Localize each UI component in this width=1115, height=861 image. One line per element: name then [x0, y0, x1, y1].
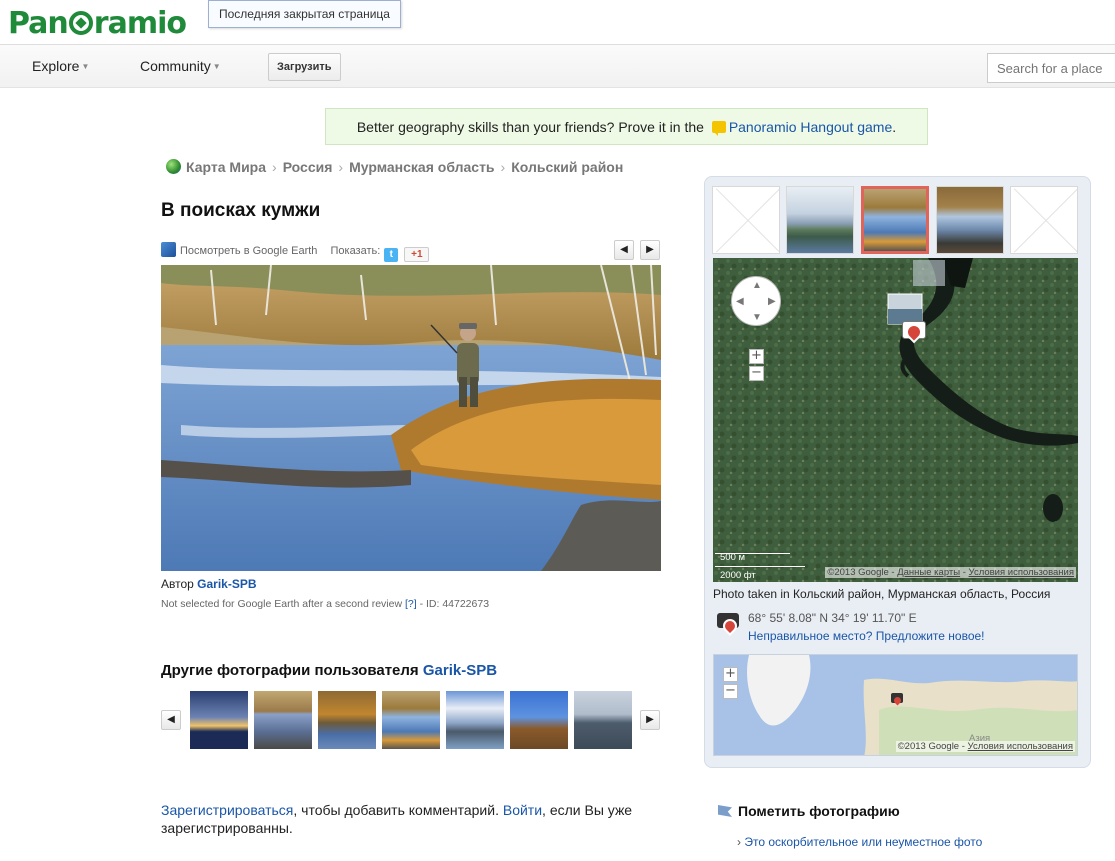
other-photos-user-link[interactable]: Garik-SPB: [423, 662, 497, 679]
thumbs-prev-button[interactable]: ◀: [161, 710, 181, 730]
user-thumb-4[interactable]: [382, 691, 440, 749]
compass-icon: [68, 11, 93, 35]
hangout-icon: [711, 121, 726, 136]
map-pan-control[interactable]: ▲ ▼ ◀ ▶: [731, 276, 781, 326]
photo-actions: Посмотреть в Google Earth Показать: t +1: [161, 242, 430, 262]
author-label: Автор: [161, 577, 194, 591]
report-offensive-item[interactable]: › Это оскорбительное или неуместное фото: [737, 835, 982, 849]
breadcrumb-world[interactable]: Карта Мира: [186, 159, 266, 175]
hangout-game-link[interactable]: Panoramio Hangout game: [729, 119, 892, 135]
user-thumb-1[interactable]: [190, 691, 248, 749]
mini-terms-link[interactable]: Условия использования: [968, 741, 1073, 752]
community-label: Community: [140, 58, 211, 74]
mini-zoom-in-button[interactable]: +: [723, 667, 738, 682]
breadcrumb-kola[interactable]: Кольский район: [511, 159, 623, 175]
login-link[interactable]: Войти: [503, 802, 542, 818]
flag-icon: [718, 805, 732, 817]
upload-button[interactable]: Загрузить: [268, 53, 341, 81]
chevron-down-icon: ▼: [212, 62, 221, 71]
author-link[interactable]: Garik-SPB: [197, 577, 256, 591]
prev-photo-button[interactable]: ◀: [614, 240, 634, 260]
comment-prompt: Зарегистрироваться, чтобы добавить комме…: [161, 801, 681, 837]
photo-id: - ID: 44722673: [419, 598, 490, 610]
mini-map-attribution: ©2013 Google - Условия использования: [895, 741, 1075, 752]
comment-mid-text: , чтобы добавить комментарий.: [293, 802, 503, 818]
chevron-right-icon: ›: [500, 159, 506, 175]
other-photos-title: Другие фотографии пользователя Garik-SPB: [161, 662, 497, 679]
register-link[interactable]: Зарегистрироваться: [161, 802, 293, 818]
google-earth-icon: [161, 242, 176, 257]
camera-pin-icon: [717, 613, 743, 643]
nearby-thumb-1[interactable]: [786, 186, 854, 254]
globe-icon: [166, 159, 181, 174]
map-attribution: ©2013 Google - Данные карты - Условия ис…: [825, 567, 1076, 578]
user-thumb-3[interactable]: [318, 691, 376, 749]
map-terms-link[interactable]: Условия использования: [969, 567, 1074, 578]
thumbs-next-button[interactable]: ▶: [640, 710, 660, 730]
photo-location-text: Photo taken in Кольский район, Мурманска…: [713, 587, 1051, 601]
explore-menu[interactable]: Explore ▼: [32, 58, 89, 74]
user-thumb-2[interactable]: [254, 691, 312, 749]
zoom-out-button[interactable]: −: [749, 366, 764, 381]
nearby-thumb-3[interactable]: [936, 186, 1004, 254]
map-data-link[interactable]: Данные карты: [897, 567, 960, 578]
chevron-right-icon: ›: [272, 159, 277, 175]
other-photos-label: Другие фотографии пользователя: [161, 662, 419, 679]
review-help-link[interactable]: [?]: [405, 598, 417, 610]
breadcrumb-murmansk[interactable]: Мурманская область: [349, 159, 494, 175]
show-label: Показать:: [330, 245, 381, 257]
chevron-down-icon: ▼: [81, 62, 90, 71]
pan-down-icon: ▼: [752, 312, 762, 323]
map-copyright: ©2013 Google -: [827, 567, 895, 578]
flag-photo-title: Пометить фотографию: [718, 803, 900, 819]
scale-bar-imperial: [715, 566, 805, 567]
user-thumb-5[interactable]: [446, 691, 504, 749]
author-line: Автор Garik-SPB: [161, 577, 257, 591]
search-input[interactable]: [987, 53, 1115, 83]
breadcrumb: Карта Мира › Россия › Мурманская область › Кол…: [166, 159, 623, 175]
promo-banner: Better geography skills than your friend…: [325, 108, 928, 145]
community-menu[interactable]: Community ▼: [140, 58, 221, 74]
zoom-in-button[interactable]: +: [749, 349, 764, 364]
google-earth-link[interactable]: Посмотреть в Google Earth: [180, 245, 317, 257]
chevron-right-icon: ›: [737, 835, 741, 849]
mini-zoom-out-button[interactable]: −: [723, 684, 738, 699]
nearby-thumb-empty-right: [1010, 186, 1078, 254]
review-text: Not selected for Google Earth after a se…: [161, 598, 403, 610]
promo-suffix: .: [892, 119, 897, 135]
page-title: В поисках кумжи: [161, 200, 321, 221]
gplus-button[interactable]: +1: [404, 247, 430, 262]
navbar: Explore ▼ Community ▼ Загрузить: [0, 44, 1115, 88]
suggest-link-text[interactable]: Неправильное место? Предложите новое!: [748, 629, 985, 643]
explore-label: Explore: [32, 58, 80, 74]
panoramio-logo[interactable]: Pan ramio: [8, 6, 187, 41]
suggest-location-link[interactable]: Неправильное место? Предложите новое!: [748, 629, 985, 643]
user-thumb-6[interactable]: [510, 691, 568, 749]
pan-left-icon: ◀: [736, 296, 744, 307]
next-photo-button[interactable]: ▶: [640, 240, 660, 260]
tooltip: Последняя закрытая страница: [208, 0, 401, 28]
nearby-thumb-current[interactable]: [861, 186, 929, 254]
nearby-thumb-empty-left: [712, 186, 780, 254]
scale-feet: 2000 фт: [720, 570, 756, 581]
promo-text: Better geography skills than your friend…: [356, 119, 704, 135]
flag-title-text: Пометить фотографию: [738, 803, 900, 819]
main-photo[interactable]: [161, 265, 661, 571]
pan-right-icon: ▶: [768, 296, 776, 307]
scale-meters: 500 м: [720, 552, 746, 563]
user-thumb-7[interactable]: [574, 691, 632, 749]
report-offensive-link[interactable]: Это оскорбительное или неуместное фото: [744, 835, 982, 849]
twitter-icon[interactable]: t: [384, 248, 399, 262]
pan-up-icon: ▲: [752, 280, 762, 291]
mini-copyright: ©2013 Google -: [897, 741, 965, 752]
satellite-map[interactable]: ▲ ▼ ◀ ▶ + − 500 м 2000 фт ©2013 Google -…: [713, 258, 1078, 582]
coordinates: 68° 55' 8.08" N 34° 19' 11.70" E: [748, 611, 917, 625]
breadcrumb-russia[interactable]: Россия: [283, 159, 333, 175]
overview-map[interactable]: + − Азия ©2013 Google - Условия использо…: [713, 654, 1078, 756]
review-status: Not selected for Google Earth after a se…: [161, 598, 489, 610]
chevron-right-icon: ›: [338, 159, 344, 175]
